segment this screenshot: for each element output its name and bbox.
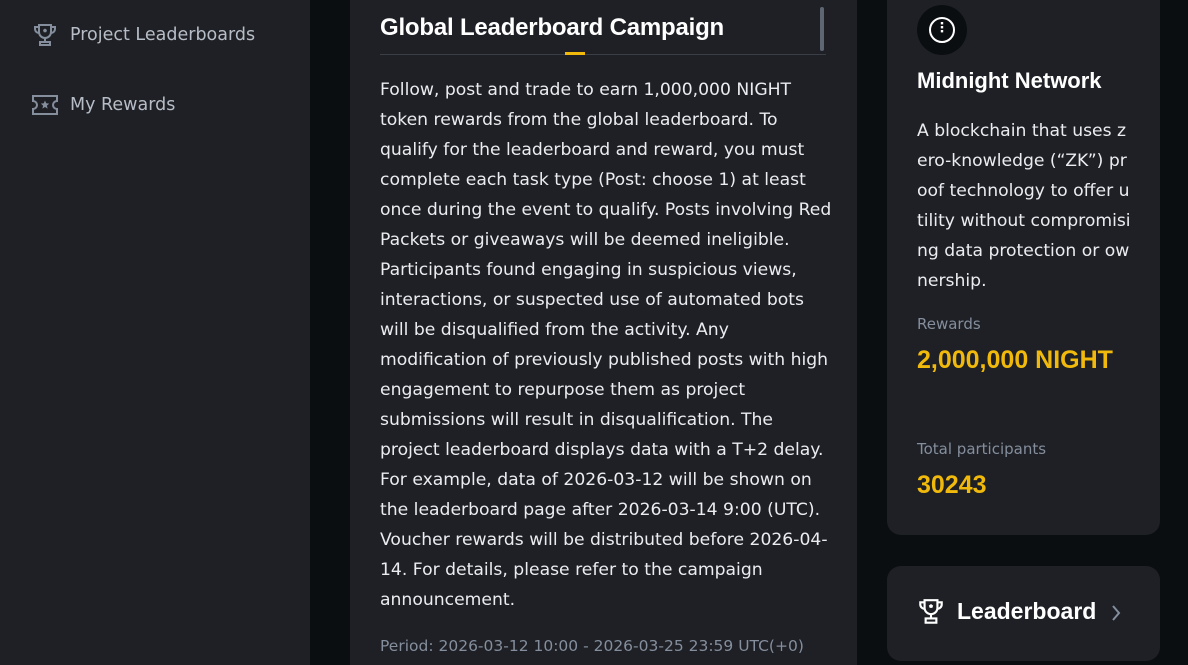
leaderboard-label: Leaderboard — [957, 598, 1097, 624]
scrollbar[interactable] — [820, 7, 824, 51]
leaderboard-link[interactable]: Leaderboard — [887, 566, 1160, 661]
campaign-card: Global Leaderboard Campaign Follow, post… — [350, 0, 857, 665]
ticket-icon — [31, 91, 59, 119]
project-name: Midnight Network — [917, 68, 1102, 93]
participants-label: Total participants — [917, 440, 1047, 458]
rewards-label: Rewards — [917, 315, 981, 333]
rewards-value: 2,000,000 NIGHT — [917, 346, 1113, 374]
midnight-logo-icon — [917, 5, 967, 55]
project-description: A blockchain that uses zero-knowledge (“… — [917, 121, 1131, 291]
title-divider — [380, 54, 826, 55]
campaign-description: Follow, post and trade to earn 1,000,000… — [380, 80, 832, 610]
sidebar-item-label: My Rewards — [70, 95, 176, 115]
participants-value: 30243 — [917, 471, 987, 499]
chevron-right-icon — [1109, 602, 1123, 624]
campaign-period: Period: 2026-03-12 10:00 - 2026-03-25 23… — [380, 637, 804, 655]
trophy-icon — [917, 597, 947, 629]
sidebar: Project Leaderboards My Rewards — [0, 0, 310, 665]
active-tab-indicator — [565, 52, 585, 55]
sidebar-item-label: Project Leaderboards — [70, 25, 256, 45]
trophy-icon — [31, 21, 59, 49]
sidebar-item-project-leaderboards[interactable]: Project Leaderboards — [31, 21, 255, 49]
project-info-card: Midnight Network A blockchain that uses … — [887, 0, 1160, 535]
campaign-title: Global Leaderboard Campaign — [380, 14, 724, 41]
sidebar-item-my-rewards[interactable]: My Rewards — [31, 91, 175, 119]
